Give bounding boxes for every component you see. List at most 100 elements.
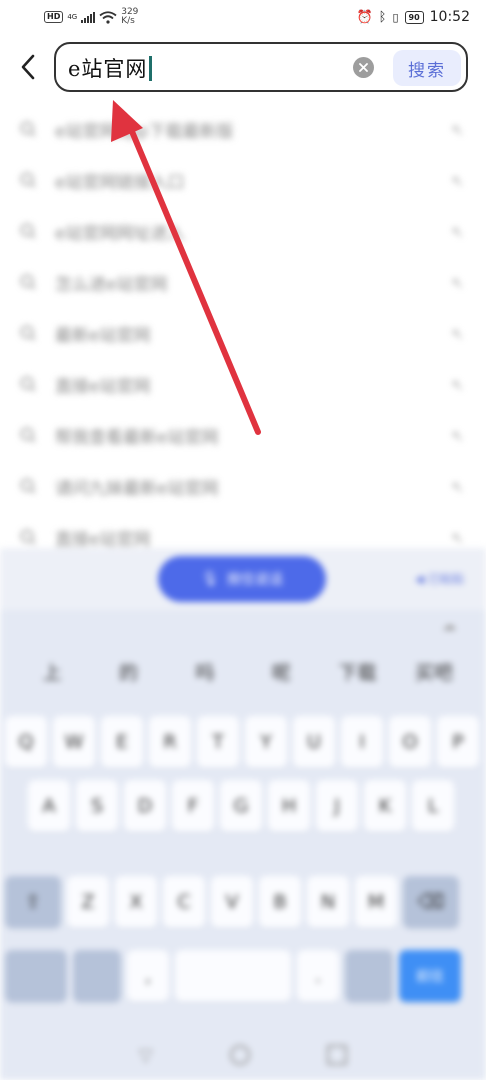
search-icon bbox=[20, 427, 36, 443]
fill-arrow-icon[interactable]: ↖ bbox=[451, 172, 464, 190]
key-row-4: , . 前往 bbox=[0, 950, 486, 1002]
letter-key[interactable]: A bbox=[28, 780, 70, 832]
search-icon bbox=[20, 325, 36, 341]
letter-key[interactable]: X bbox=[115, 876, 157, 928]
letter-key[interactable]: U bbox=[293, 716, 335, 768]
hd-badge: HD bbox=[44, 11, 64, 23]
letter-key[interactable]: G bbox=[220, 780, 262, 832]
search-icon bbox=[20, 121, 36, 137]
letter-key[interactable]: E bbox=[101, 716, 143, 768]
mode-switch-key[interactable] bbox=[345, 950, 393, 1002]
wifi-icon bbox=[99, 10, 117, 24]
letter-key[interactable]: B bbox=[259, 876, 301, 928]
candidate-word[interactable]: 买吧 bbox=[396, 658, 472, 685]
letter-key[interactable]: N bbox=[307, 876, 349, 928]
suggestion-item[interactable]: 直接e站官网 ↖ bbox=[0, 359, 486, 410]
suggestion-text: 怎么进e站官网 bbox=[55, 275, 168, 295]
clock: 10:52 bbox=[429, 9, 470, 25]
fill-arrow-icon[interactable]: ↖ bbox=[451, 478, 464, 496]
letter-key[interactable]: K bbox=[364, 780, 406, 832]
symbol-key[interactable] bbox=[5, 950, 67, 1002]
suggestion-item[interactable]: e站官网网址进入 ↖ bbox=[0, 206, 486, 257]
chevron-left-icon bbox=[21, 54, 35, 80]
candidate-word[interactable]: 下载 bbox=[319, 658, 395, 685]
suggestion-item[interactable]: e站官网app下载最新版 ↖ bbox=[0, 104, 486, 155]
toolbar-right-label[interactable]: ◀ 已粘贴 bbox=[415, 570, 464, 587]
shift-key[interactable]: ⇧ bbox=[5, 876, 61, 928]
emoji-key[interactable] bbox=[73, 950, 121, 1002]
fill-arrow-icon[interactable]: ↖ bbox=[451, 427, 464, 445]
fill-arrow-icon[interactable]: ↖ bbox=[451, 121, 464, 139]
key-row-2: ASDFGHJKL bbox=[0, 780, 486, 832]
fill-arrow-icon[interactable]: ↖ bbox=[451, 274, 464, 292]
letter-key[interactable]: D bbox=[124, 780, 166, 832]
nav-home-icon[interactable] bbox=[229, 1045, 250, 1065]
backspace-key[interactable]: ⌫ bbox=[403, 876, 459, 928]
letter-key[interactable]: F bbox=[172, 780, 214, 832]
letter-key[interactable]: H bbox=[268, 780, 310, 832]
fill-arrow-icon[interactable]: ↖ bbox=[451, 376, 464, 394]
suggestion-list: e站官网app下载最新版 ↖ e站官网链接入口 ↖ e站官网网址进入 ↖ 怎么进e站官网 ↖ 最… bbox=[0, 104, 486, 563]
letter-key[interactable]: Z bbox=[67, 876, 109, 928]
period-key[interactable]: . bbox=[297, 950, 339, 1002]
blurred-background: e站官网app下载最新版 ↖ e站官网链接入口 ↖ e站官网网址进入 ↖ 怎么进e站官网 ↖ 最… bbox=[0, 0, 486, 1080]
search-icon bbox=[20, 223, 36, 239]
search-icon bbox=[20, 478, 36, 494]
letter-key[interactable]: S bbox=[76, 780, 118, 832]
search-input[interactable]: e站官网 搜索 bbox=[54, 42, 468, 92]
fill-arrow-icon[interactable]: ↖ bbox=[451, 529, 464, 547]
search-query: e站官网 bbox=[68, 57, 148, 81]
suggestion-text: e站官网链接入口 bbox=[55, 173, 185, 193]
suggestion-item[interactable]: 怎么进e站官网 ↖ bbox=[0, 257, 486, 308]
nav-recent-icon[interactable] bbox=[327, 1045, 348, 1065]
fill-arrow-icon[interactable]: ↖ bbox=[451, 325, 464, 343]
back-button[interactable] bbox=[14, 52, 42, 82]
suggestion-text: e站官网app下载最新版 bbox=[55, 122, 234, 142]
letter-key[interactable]: L bbox=[412, 780, 454, 832]
network-type: 4G bbox=[67, 12, 78, 21]
space-key[interactable] bbox=[175, 950, 291, 1002]
letter-key[interactable]: M bbox=[355, 876, 397, 928]
letter-key[interactable]: O bbox=[389, 716, 431, 768]
letter-key[interactable]: Q bbox=[5, 716, 47, 768]
candidate-word[interactable]: 上 bbox=[14, 658, 90, 685]
nav-back-icon[interactable]: ▽ bbox=[139, 1045, 153, 1066]
comma-key[interactable]: , bbox=[127, 950, 169, 1002]
letter-key[interactable]: C bbox=[163, 876, 205, 928]
suggestion-text: e站官网网址进入 bbox=[55, 224, 185, 244]
candidate-word[interactable]: 呢 bbox=[243, 658, 319, 685]
battery-icon: 90 bbox=[404, 10, 424, 24]
letter-key[interactable]: V bbox=[211, 876, 253, 928]
search-icon bbox=[20, 529, 36, 545]
go-key[interactable]: 前往 bbox=[399, 950, 461, 1002]
network-speed: 329 K/s bbox=[121, 8, 138, 26]
search-input-text[interactable]: e站官网 bbox=[68, 53, 152, 83]
suggestion-text: 直接e站官网 bbox=[55, 530, 151, 550]
letter-key[interactable]: J bbox=[316, 780, 358, 832]
candidate-word[interactable]: 的 bbox=[90, 658, 166, 685]
suggestion-item[interactable]: 最新e站官网 ↖ bbox=[0, 308, 486, 359]
fill-arrow-icon[interactable]: ↖ bbox=[451, 223, 464, 241]
text-cursor bbox=[149, 56, 152, 81]
suggestion-item[interactable]: 请问九妹最新e站官网 ↖ bbox=[0, 461, 486, 512]
bluetooth-icon: ᛒ bbox=[378, 9, 387, 25]
suggestion-item[interactable]: e站官网链接入口 ↖ bbox=[0, 155, 486, 206]
letter-key[interactable]: P bbox=[437, 716, 479, 768]
suggestion-text: 最新e站官网 bbox=[55, 326, 151, 346]
suggestion-text: 请问九妹最新e站官网 bbox=[55, 479, 219, 499]
letter-key[interactable]: W bbox=[53, 716, 95, 768]
suggestion-item[interactable]: 帮我查看最新e站官网 ↖ bbox=[0, 410, 486, 461]
candidate-word[interactable]: 吗 bbox=[167, 658, 243, 685]
letter-key[interactable]: Y bbox=[245, 716, 287, 768]
search-button[interactable]: 搜索 bbox=[393, 50, 461, 86]
alarm-icon: ⏰ bbox=[356, 9, 373, 25]
keyboard-settings-icon[interactable]: ☁ bbox=[442, 618, 456, 634]
letter-key[interactable]: I bbox=[341, 716, 383, 768]
status-bar: HD 4G 329 K/s ⏰ ᛒ ▯ 90 10:52 bbox=[0, 0, 486, 34]
clear-button[interactable] bbox=[353, 57, 374, 78]
search-icon bbox=[20, 274, 36, 290]
letter-key[interactable]: T bbox=[197, 716, 239, 768]
close-icon bbox=[359, 63, 368, 72]
letter-key[interactable]: R bbox=[149, 716, 191, 768]
voice-input-button[interactable]: 🎙 按住说话 bbox=[158, 556, 326, 602]
